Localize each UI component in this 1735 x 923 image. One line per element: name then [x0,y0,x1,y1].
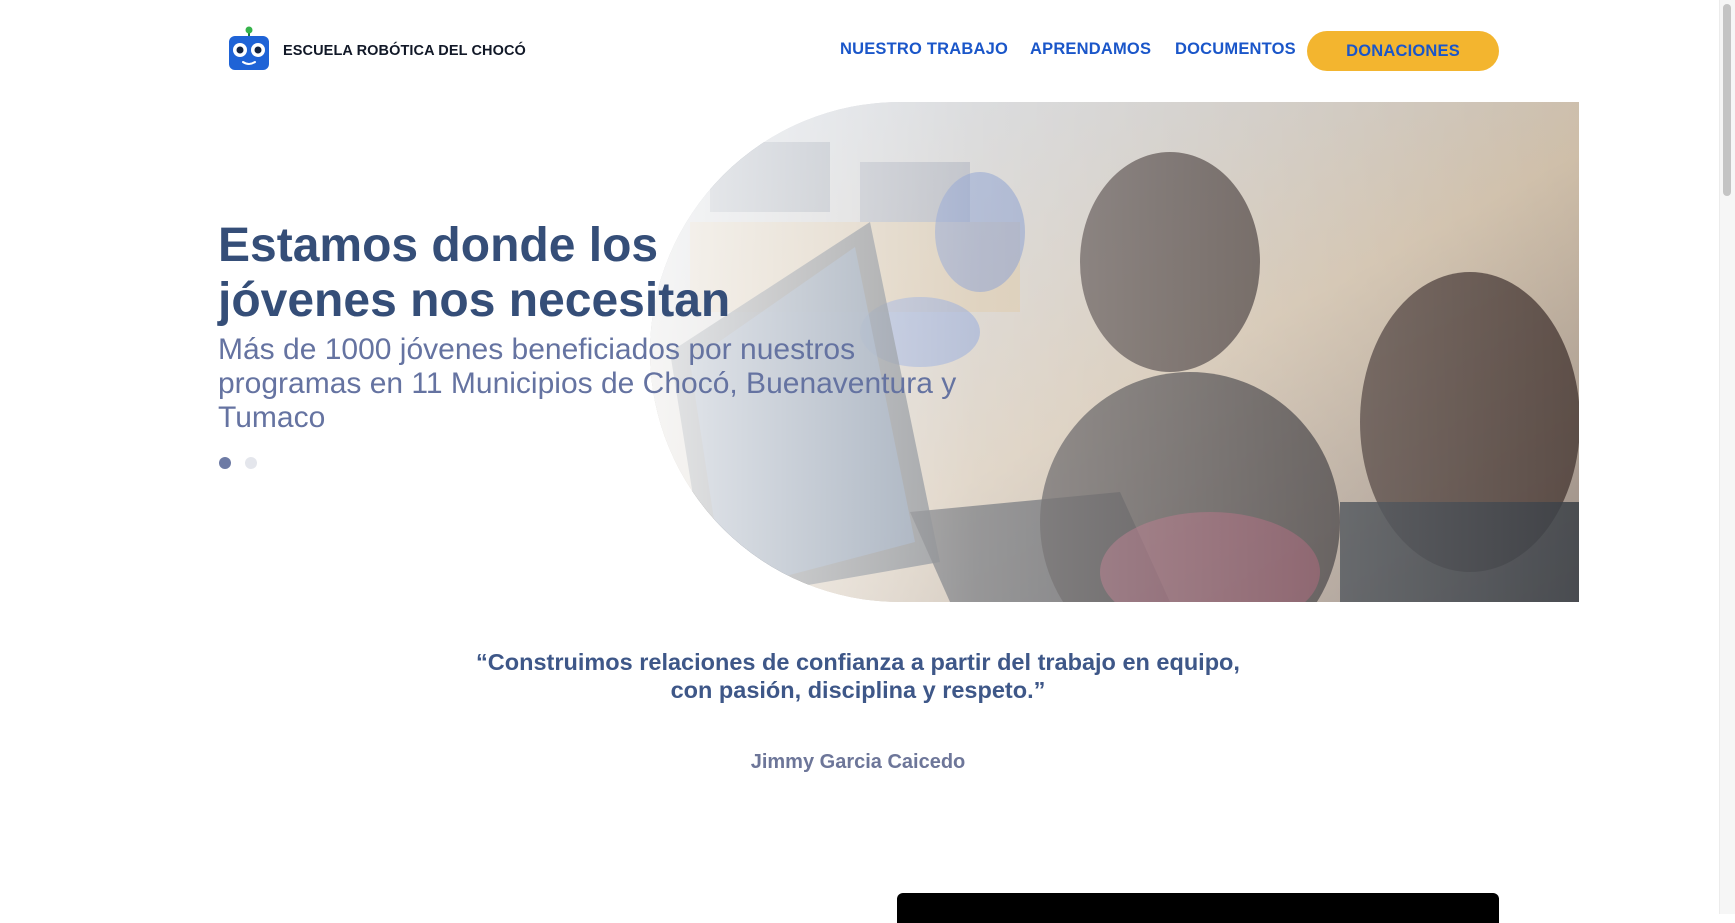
brand-name[interactable]: ESCUELA ROBÓTICA DEL CHOCÓ [283,43,526,59]
robot-logo-icon[interactable] [228,26,270,71]
nav-link-aprendamos[interactable]: APRENDAMOS [1030,40,1151,59]
nav-link-documentos[interactable]: DOCUMENTOS [1175,40,1296,59]
video-player[interactable] [897,893,1499,923]
donate-button[interactable]: DONACIONES [1307,31,1499,71]
site-header: ESCUELA ROBÓTICA DEL CHOCÓ NUESTRO TRABA… [0,0,1735,100]
scrollbar[interactable] [1719,0,1735,914]
carousel-dot-1[interactable] [219,457,231,469]
scrollbar-thumb[interactable] [1723,4,1731,196]
testimonial-author: Jimmy Garcia Caicedo [750,751,966,773]
testimonial-quote: “Construimos relaciones de confianza a p… [476,649,1240,703]
hero-subtitle: Más de 1000 jóvenes beneficiados por nue… [218,333,957,434]
nav-link-nuestro-trabajo[interactable]: NUESTRO TRABAJO [840,40,1008,59]
hero-title: Estamos donde los jóvenes nos necesitan [218,219,731,327]
carousel-dot-2[interactable] [245,457,257,469]
